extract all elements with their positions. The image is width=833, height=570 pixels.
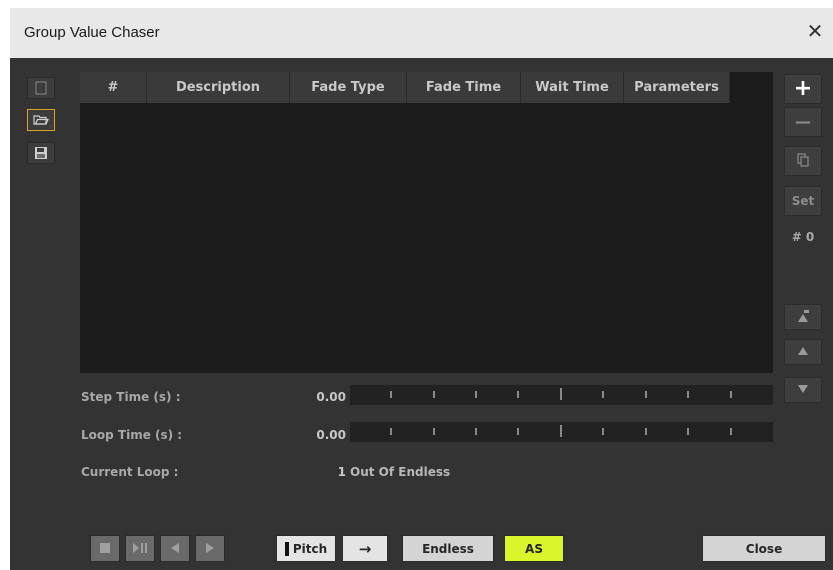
pitch-indicator: [284, 541, 289, 556]
remove-step-button[interactable]: —: [784, 107, 822, 137]
move-down-button[interactable]: [784, 377, 822, 403]
column-header-wait-time[interactable]: Wait Time: [521, 72, 624, 103]
loop-time-value: 0.00: [316, 428, 346, 442]
column-header-fade-type[interactable]: Fade Type: [290, 72, 407, 103]
title-bar: Group Value Chaser ✕: [10, 8, 833, 58]
slider-tick: [475, 428, 477, 435]
move-down-icon: [797, 383, 809, 397]
slider-tick: [645, 428, 647, 435]
slider-tick: [433, 428, 435, 435]
table-body[interactable]: [80, 103, 773, 373]
move-to-top-icon: [796, 309, 810, 326]
slider-tick: [560, 388, 562, 400]
loop-time-slider[interactable]: [350, 422, 773, 442]
slider-tick: [560, 425, 562, 437]
move-up-icon: [797, 345, 809, 359]
slider-tick: [475, 391, 477, 398]
slider-tick: [517, 391, 519, 398]
slider-tick: [687, 391, 689, 398]
new-file-icon: [35, 81, 47, 95]
previous-button[interactable]: [160, 535, 190, 562]
previous-icon: [170, 539, 180, 558]
column-header-fade-time[interactable]: Fade Time: [407, 72, 521, 103]
slider-tick: [602, 428, 604, 435]
add-step-button[interactable]: +: [784, 74, 822, 104]
plus-icon: +: [793, 76, 813, 101]
endless-button[interactable]: Endless: [402, 535, 494, 562]
current-loop-value: 1: [337, 465, 346, 479]
column-header-description[interactable]: Description: [147, 72, 290, 103]
stop-icon: [99, 539, 111, 558]
set-button[interactable]: Set: [784, 186, 822, 216]
slider-tick: [687, 428, 689, 435]
step-time-value: 0.00: [316, 390, 346, 404]
direction-button[interactable]: →: [342, 535, 388, 562]
next-icon: [205, 539, 215, 558]
dialog-body: # Description Fade Type Fade Time Wait T…: [10, 58, 833, 570]
column-header-number[interactable]: #: [80, 72, 147, 103]
as-button[interactable]: AS: [504, 535, 564, 562]
copy-step-button[interactable]: [784, 146, 822, 176]
table-header: # Description Fade Type Fade Time Wait T…: [80, 72, 730, 103]
new-file-button[interactable]: [27, 77, 55, 99]
slider-tick: [433, 391, 435, 398]
window-title: Group Value Chaser: [24, 24, 160, 41]
next-button[interactable]: [195, 535, 225, 562]
close-button[interactable]: Close: [702, 535, 826, 562]
step-time-slider[interactable]: [350, 385, 773, 405]
pitch-label: Pitch: [292, 541, 328, 556]
step-time-label: Step Time (s) :: [81, 390, 181, 404]
pitch-button[interactable]: Pitch: [276, 535, 336, 562]
window-close-button[interactable]: ✕: [803, 20, 827, 44]
copy-icon: [797, 152, 809, 170]
slider-tick: [730, 391, 732, 398]
move-up-button[interactable]: [784, 339, 822, 365]
slider-tick: [517, 428, 519, 435]
play-pause-icon: [132, 539, 148, 558]
column-header-parameters[interactable]: Parameters: [624, 72, 730, 103]
current-loop-label: Current Loop :: [81, 465, 179, 479]
minus-icon: —: [795, 112, 811, 131]
loop-time-label: Loop Time (s) :: [81, 428, 183, 442]
steps-table: # Description Fade Type Fade Time Wait T…: [80, 72, 773, 373]
slider-tick: [390, 428, 392, 435]
move-to-top-button[interactable]: [784, 304, 822, 330]
current-loop-suffix: Out Of Endless: [350, 465, 451, 479]
open-folder-button[interactable]: [27, 109, 55, 131]
play-pause-button[interactable]: [125, 535, 155, 562]
slider-tick: [645, 391, 647, 398]
save-button[interactable]: [27, 142, 55, 164]
stop-button[interactable]: [90, 535, 120, 562]
slider-tick: [602, 391, 604, 398]
slider-tick: [390, 391, 392, 398]
open-folder-icon: [33, 114, 49, 126]
step-count: # 0: [791, 230, 815, 244]
slider-tick: [730, 428, 732, 435]
save-icon: [34, 146, 48, 160]
arrow-right-icon: →: [358, 539, 372, 558]
